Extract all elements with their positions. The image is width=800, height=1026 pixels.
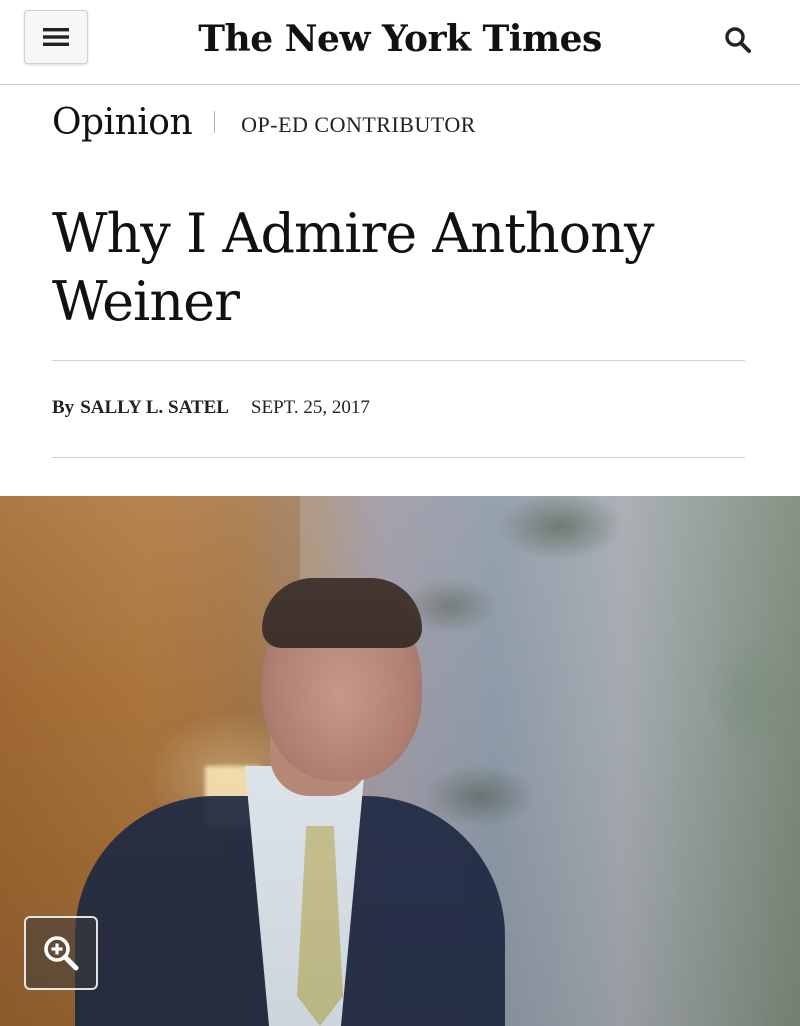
- search-button[interactable]: [718, 20, 758, 60]
- publish-date: SEPT. 25, 2017: [250, 397, 370, 418]
- masthead-logo[interactable]: The New York Times: [0, 12, 800, 66]
- zoom-in-icon: [44, 936, 79, 971]
- subsection-label: OP-ED CONTRIBUTOR: [241, 112, 476, 137]
- byline-author[interactable]: SALLY L. SATEL: [80, 397, 229, 419]
- section-header: Opinion OP-ED CONTRIBUTOR: [52, 100, 476, 144]
- photo-overlay: [0, 496, 800, 1026]
- search-icon: [725, 27, 751, 53]
- byline: By SALLY L. SATEL SEPT. 25, 2017: [52, 394, 370, 422]
- byline-prefix: By: [52, 397, 75, 418]
- section-divider: [214, 111, 216, 133]
- section-link-opinion[interactable]: Opinion: [52, 102, 193, 143]
- top-bar: The New York Times: [0, 0, 800, 85]
- divider-bottom: [52, 457, 745, 458]
- lead-photo[interactable]: [0, 496, 800, 1026]
- enlarge-image-button[interactable]: [24, 916, 98, 990]
- article-headline: Why I Admire Anthony Weiner: [52, 202, 654, 333]
- divider-top: [52, 360, 745, 361]
